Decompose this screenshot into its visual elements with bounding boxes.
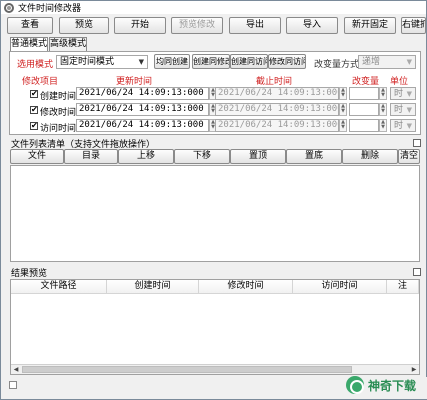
file-list[interactable] [10, 165, 420, 262]
create-same-access-button[interactable]: 创建同访问 [230, 54, 268, 69]
results-col-access[interactable]: 访问时间 [293, 280, 387, 294]
chevron-down-icon: ▼ [406, 90, 412, 98]
col-item: 修改项目 [22, 77, 59, 87]
export-button[interactable]: 导出 [229, 17, 281, 34]
modify-same-access-button[interactable]: 修改同访问 [268, 54, 306, 69]
change-mode-select[interactable]: 递增 ▼ [358, 55, 416, 69]
watermark: 神奇下载 [346, 373, 424, 397]
gear-icon [4, 2, 14, 13]
create-end-time[interactable]: 2021/06/24 14:09:13:000 [215, 87, 339, 100]
add-file-button[interactable]: 文件 [10, 149, 64, 164]
access-time-label: 访问时间 [40, 124, 77, 134]
create-update-time[interactable]: 2021/06/24 14:09:13:000 [76, 87, 209, 100]
create-same-modify-button[interactable]: 创建同修改 [192, 54, 230, 69]
access-unit-select[interactable]: 时 ▼ [390, 119, 416, 132]
modify-end-spinner[interactable]: ▲ ▼ [339, 103, 347, 116]
modify-end-time[interactable]: 2021/06/24 14:09:13:000 [215, 103, 339, 116]
move-down-button[interactable]: 下移 [174, 149, 230, 164]
results-col-note[interactable]: 注 [387, 280, 419, 294]
preview-button[interactable]: 预览 [59, 17, 109, 34]
watermark-logo-icon [346, 376, 364, 394]
modify-time-label: 修改时间 [40, 108, 77, 118]
status-checkbox[interactable] [9, 381, 17, 389]
right-key-button[interactable]: 右键抓 [401, 17, 426, 34]
move-top-button[interactable]: 置顶 [230, 149, 286, 164]
change-mode-label: 改变量方式 [314, 60, 360, 70]
start-button[interactable]: 开始 [114, 17, 166, 34]
watermark-text: 神奇下载 [368, 378, 417, 393]
create-unit-value: 时 [394, 89, 404, 99]
create-time-label: 创建时间 [40, 92, 77, 102]
scroll-left-icon[interactable]: ◀ [11, 365, 21, 374]
access-time-checkbox[interactable]: ✔ [30, 122, 38, 130]
move-up-button[interactable]: 上移 [118, 149, 174, 164]
results-col-create[interactable]: 创建时间 [107, 280, 199, 294]
app-window: 文件时间修改器 查看 预览 开始 预览修改 导出 导入 新开固定 右键抓 普通模… [0, 0, 427, 400]
view-button[interactable]: 查看 [7, 17, 53, 34]
new-lock-button[interactable]: 新开固定 [344, 17, 396, 34]
chevron-down-icon: ▼ [406, 58, 412, 66]
title-bar: 文件时间修改器 [1, 1, 426, 14]
change-mode-select-value: 递增 [362, 57, 381, 67]
chevron-down-icon: ▼ [406, 106, 412, 114]
results-col-modify[interactable]: 修改时间 [199, 280, 293, 294]
tab-advanced[interactable]: 高级模式 [49, 37, 87, 51]
import-button[interactable]: 导入 [286, 17, 338, 34]
chevron-down-icon: ▼ [138, 58, 144, 66]
modify-unit-select[interactable]: 时 ▼ [390, 103, 416, 116]
access-change-amount[interactable] [349, 119, 379, 132]
scroll-thumb[interactable] [22, 366, 352, 373]
create-unit-select[interactable]: 时 ▼ [390, 87, 416, 100]
mode-select[interactable]: 固定时间模式 ▼ [56, 55, 148, 69]
chevron-down-icon: ▼ [406, 122, 412, 130]
normal-mode-panel: 选用模式 固定时间模式 ▼ 均同创建 创建同修改 创建同访问 修改同访问 改变量… [9, 51, 421, 135]
col-unit: 单位 [390, 77, 409, 87]
access-change-spinner[interactable]: ▲ ▼ [379, 119, 387, 132]
modify-change-spinner[interactable]: ▲ ▼ [379, 103, 387, 116]
delete-button[interactable]: 删除 [342, 149, 398, 164]
create-end-spinner[interactable]: ▲ ▼ [339, 87, 347, 100]
access-unit-value: 时 [394, 121, 404, 131]
access-end-spinner[interactable]: ▲ ▼ [339, 119, 347, 132]
mode-label: 选用模式 [17, 60, 54, 70]
results-table: 文件路径 创建时间 修改时间 访问时间 注 ◀ ▶ [10, 279, 420, 375]
access-end-time[interactable]: 2021/06/24 14:09:13:000 [215, 119, 339, 132]
mode-select-value: 固定时间模式 [60, 57, 115, 67]
preview-modify-button[interactable]: 预览修改 [171, 17, 223, 34]
col-update-time: 更新时间 [116, 77, 153, 87]
col-end-time: 截止时间 [256, 77, 293, 87]
add-directory-button[interactable]: 目录 [64, 149, 118, 164]
modify-change-amount[interactable] [349, 103, 379, 116]
all-same-create-button[interactable]: 均同创建 [154, 54, 190, 69]
file-list-toggle[interactable] [413, 139, 421, 147]
results-title: 结果预览 [11, 269, 48, 279]
results-col-path[interactable]: 文件路径 [11, 280, 107, 294]
create-change-amount[interactable] [349, 87, 379, 100]
modify-unit-value: 时 [394, 105, 404, 115]
modify-update-time[interactable]: 2021/06/24 14:09:13:000 [76, 103, 209, 116]
results-toggle[interactable] [413, 268, 421, 276]
create-time-checkbox[interactable]: ✔ [30, 90, 38, 98]
move-bottom-button[interactable]: 置底 [286, 149, 342, 164]
tab-normal[interactable]: 普通模式 [10, 37, 48, 52]
clear-button[interactable]: 清空 [398, 149, 420, 164]
col-change-amount: 改变量 [352, 77, 380, 87]
window-title: 文件时间修改器 [18, 4, 82, 14]
access-update-time[interactable]: 2021/06/24 14:09:13:000 [76, 119, 209, 132]
modify-time-checkbox[interactable]: ✔ [30, 106, 38, 114]
create-change-spinner[interactable]: ▲ ▼ [379, 87, 387, 100]
